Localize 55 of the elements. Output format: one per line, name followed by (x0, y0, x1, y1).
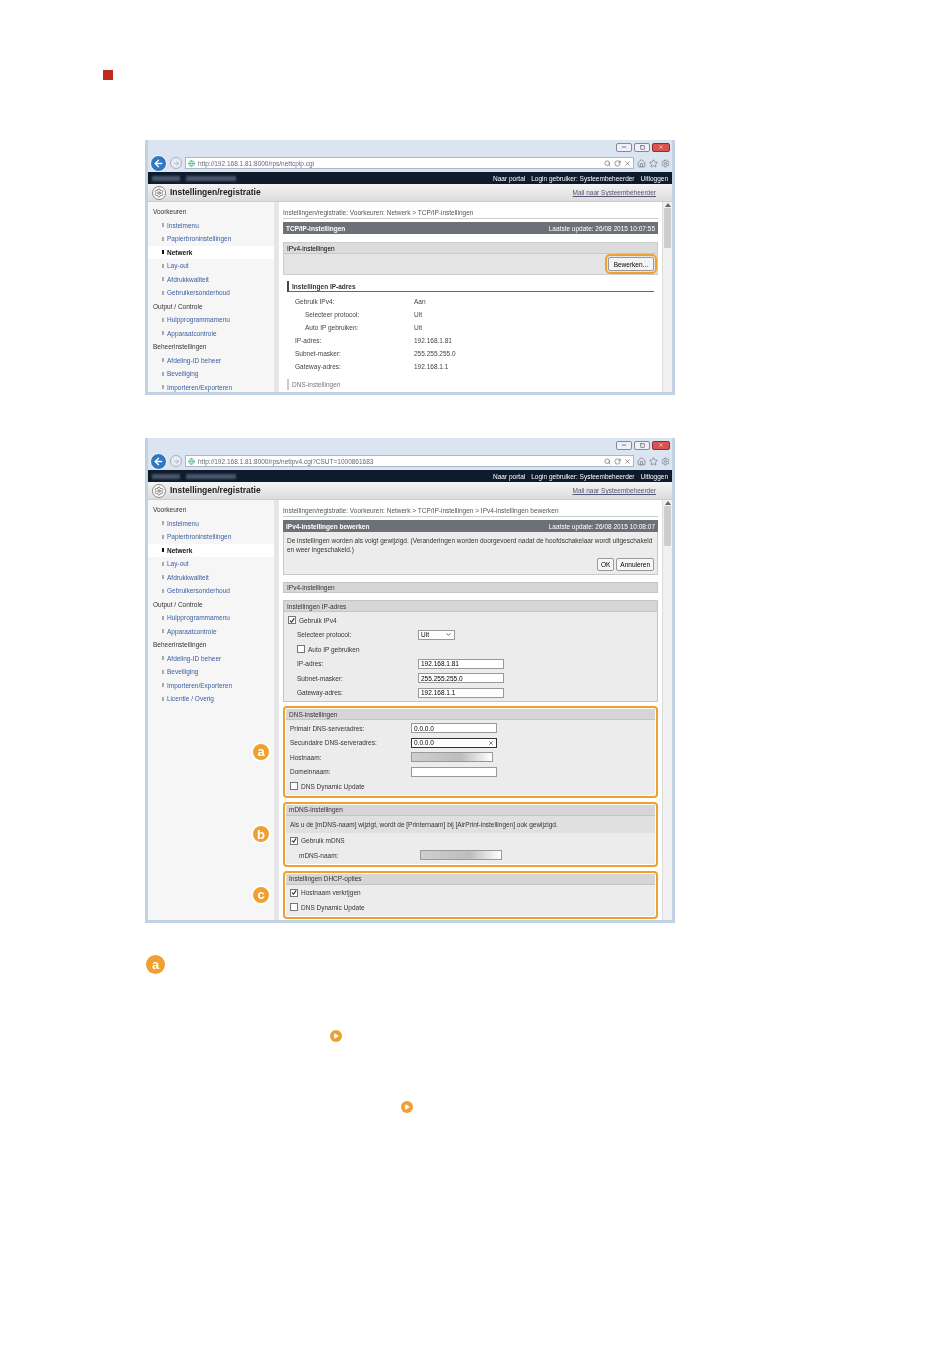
arrow-left-icon (153, 157, 164, 169)
arrow-right-icon (172, 457, 180, 465)
search-icon[interactable] (604, 159, 611, 167)
maximize-icon[interactable] (634, 142, 650, 152)
search-icon[interactable] (604, 457, 611, 465)
site-icon (188, 457, 195, 465)
scroll-thumb[interactable] (664, 208, 671, 248)
minimize-icon[interactable] (616, 142, 632, 152)
play-icon[interactable] (401, 1101, 413, 1113)
settings-icon[interactable] (661, 158, 670, 168)
blurred-text (186, 473, 236, 479)
callout-badge: a (146, 955, 165, 974)
arrow-left-icon (153, 455, 164, 467)
checkbox[interactable] (288, 616, 296, 625)
app-title: Instellingen/registratie (170, 188, 261, 197)
forward-button[interactable] (170, 455, 182, 467)
back-button[interactable] (150, 154, 167, 172)
maximize-icon[interactable] (634, 440, 650, 450)
forward-button[interactable] (170, 157, 182, 169)
checkbox[interactable] (290, 782, 298, 791)
refresh-icon[interactable] (614, 457, 621, 465)
play-icon[interactable] (330, 1030, 342, 1042)
gear-logo-icon (152, 483, 166, 498)
settings-icon[interactable] (661, 456, 670, 466)
stop-icon[interactable] (624, 159, 631, 167)
clear-icon[interactable] (488, 739, 494, 746)
gear-logo-icon (152, 185, 166, 200)
close-icon[interactable] (652, 142, 670, 152)
favorites-icon[interactable] (649, 456, 658, 466)
checkbox[interactable] (297, 645, 305, 654)
checkbox[interactable] (290, 888, 298, 897)
close-icon[interactable] (652, 440, 670, 450)
blurred-text (186, 175, 236, 181)
site-icon (188, 159, 195, 167)
favorites-icon[interactable] (649, 158, 658, 168)
back-button[interactable] (150, 452, 167, 470)
checkbox[interactable] (290, 836, 298, 845)
blurred-field[interactable] (420, 850, 502, 861)
home-icon[interactable] (637, 158, 646, 168)
stop-icon[interactable] (624, 457, 631, 465)
scroll-thumb[interactable] (664, 506, 671, 546)
chevron-down-icon (445, 631, 452, 639)
blurred-text (152, 473, 180, 479)
scrollbar[interactable] (662, 500, 672, 920)
blurred-field[interactable] (411, 752, 493, 763)
refresh-icon[interactable] (614, 159, 621, 167)
home-icon[interactable] (637, 456, 646, 466)
blurred-text (152, 175, 180, 181)
app-title: Instellingen/registratie (170, 486, 261, 495)
bullet-icon (103, 70, 113, 80)
checkbox[interactable] (290, 903, 298, 912)
minimize-icon[interactable] (616, 440, 632, 450)
input-field[interactable] (411, 766, 497, 777)
arrow-right-icon (172, 159, 180, 167)
scrollbar[interactable] (662, 202, 672, 392)
